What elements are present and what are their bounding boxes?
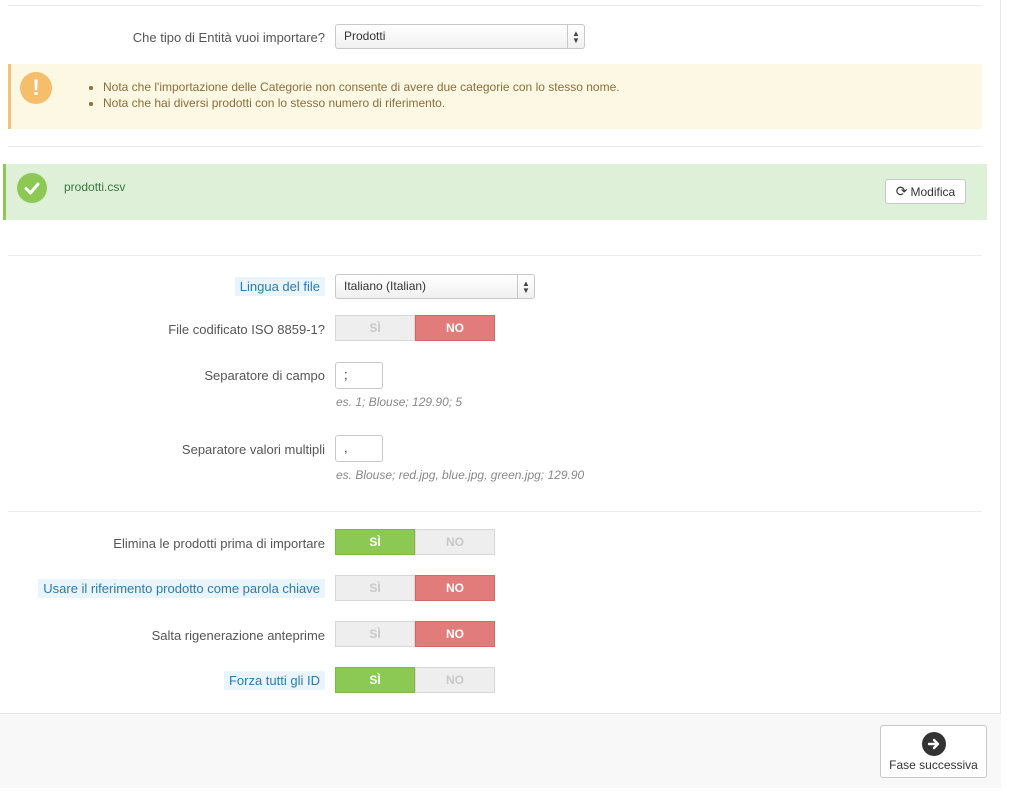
divider (8, 5, 982, 6)
skip-thumb-no-option[interactable]: NO (415, 621, 495, 647)
multi-separator-label: Separatore valori multipli (181, 442, 325, 457)
entity-select[interactable]: Prodotti ▲ ▼ (335, 24, 585, 49)
panel-footer: Fase successiva (0, 713, 1001, 788)
next-step-label: Fase successiva (889, 758, 978, 772)
ref-key-toggle[interactable]: SÌ NO (335, 575, 495, 601)
language-select-value: Italiano (Italian) (344, 279, 427, 293)
iso-yes-option[interactable]: SÌ (335, 315, 415, 341)
delete-yes-option[interactable]: SÌ (335, 529, 415, 555)
warning-item: Nota che hai diversi prodotti con lo ste… (103, 96, 620, 110)
iso-label: File codificato ISO 8859-1? (168, 322, 325, 337)
file-success-alert: prodotti.csv ⟳ Modifica (3, 164, 987, 220)
iso-no-option[interactable]: NO (415, 315, 495, 341)
delete-label: Elimina le prodotti prima di importare (113, 536, 325, 551)
force-ids-label[interactable]: Forza tutti gli ID (223, 671, 325, 690)
ref-key-no-option[interactable]: NO (415, 575, 495, 601)
warning-list: Nota che l'importazione delle Categorie … (91, 80, 620, 112)
delete-no-option[interactable]: NO (415, 529, 495, 555)
multi-separator-input[interactable]: , (335, 435, 383, 462)
arrow-right-icon (921, 732, 946, 756)
field-separator-help: es. 1; Blouse; 129.90; 5 (336, 395, 463, 409)
refresh-icon: ⟳ (895, 183, 908, 199)
multi-separator-help: es. Blouse; red.jpg, blue.jpg, green.jpg… (336, 468, 585, 482)
divider (8, 511, 982, 512)
exclamation-icon: ! (20, 72, 52, 104)
delete-toggle[interactable]: SÌ NO (335, 529, 495, 555)
modify-file-button[interactable]: ⟳ Modifica (885, 179, 966, 204)
import-panel: Che tipo di Entità vuoi importare? Prodo… (0, 0, 1001, 788)
entity-select-value: Prodotti (344, 29, 386, 43)
warning-item: Nota che l'importazione delle Categorie … (103, 80, 620, 94)
field-separator-input[interactable]: ; (335, 362, 383, 389)
force-ids-toggle[interactable]: SÌ NO (335, 667, 495, 693)
ref-key-yes-option[interactable]: SÌ (335, 575, 415, 601)
force-ids-no-option[interactable]: NO (415, 667, 495, 693)
divider (8, 146, 982, 147)
ref-key-label[interactable]: Usare il riferimento prodotto come parol… (38, 579, 325, 598)
language-label[interactable]: Lingua del file (234, 277, 325, 296)
next-step-button[interactable]: Fase successiva (880, 725, 987, 778)
skip-thumb-yes-option[interactable]: SÌ (335, 621, 415, 647)
entity-label: Che tipo di Entità vuoi importare? (132, 30, 325, 45)
skip-thumb-toggle[interactable]: SÌ NO (335, 621, 495, 647)
select-arrows-icon: ▲ ▼ (517, 275, 534, 298)
divider (8, 255, 982, 256)
iso-toggle[interactable]: SÌ NO (335, 315, 495, 341)
modify-label: Modifica (910, 184, 956, 199)
field-separator-label: Separatore di campo (204, 368, 325, 383)
check-icon (17, 173, 47, 203)
language-select[interactable]: Italiano (Italian) ▲ ▼ (335, 274, 535, 299)
skip-thumb-label: Salta rigenerazione anteprime (151, 628, 325, 643)
select-arrows-icon: ▲ ▼ (567, 25, 584, 48)
warning-alert: ! Nota che l'importazione delle Categori… (8, 64, 982, 129)
force-ids-yes-option[interactable]: SÌ (335, 667, 415, 693)
file-name: prodotti.csv (64, 180, 126, 194)
